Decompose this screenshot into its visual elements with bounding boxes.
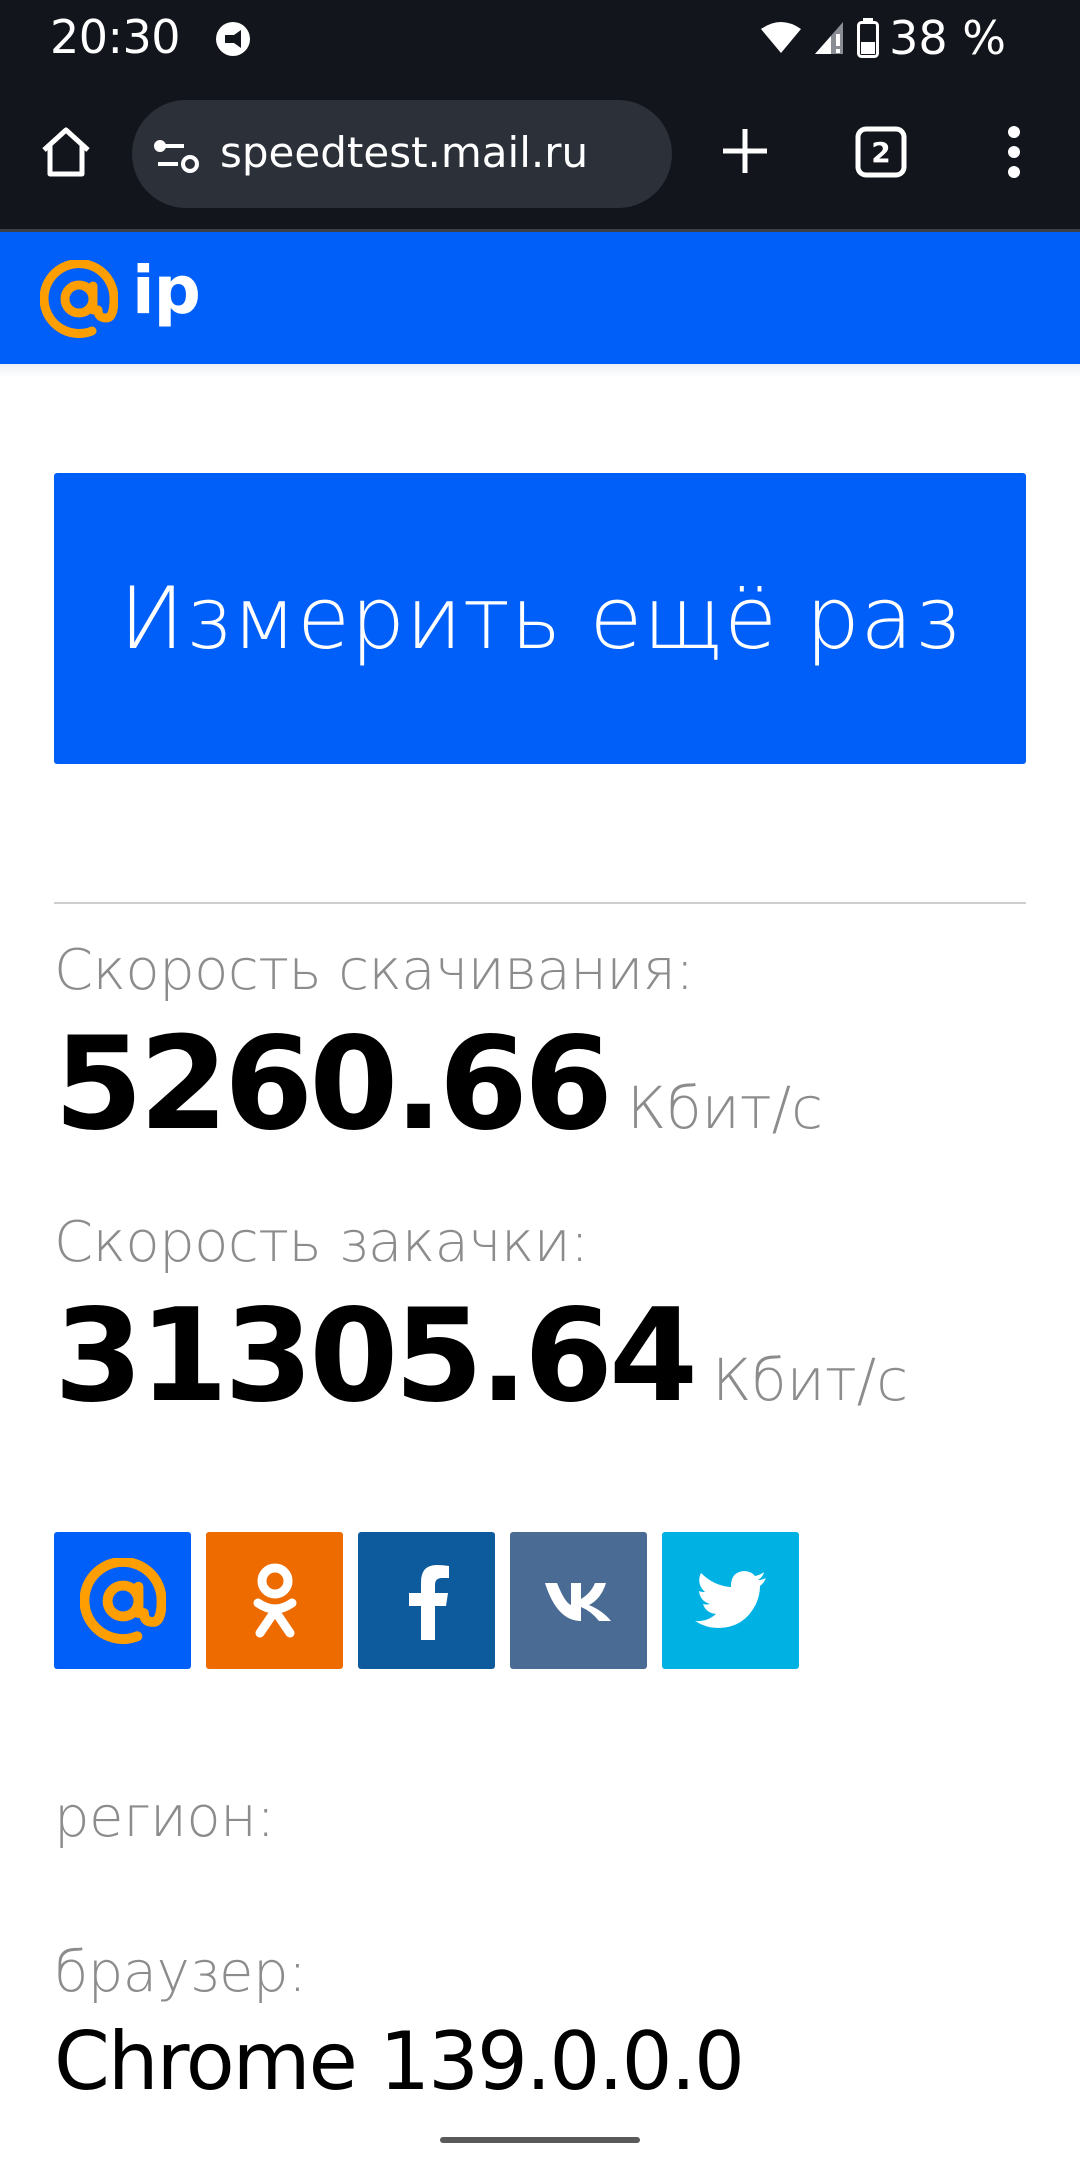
status-time: 20:30	[50, 10, 181, 64]
share-mail-ru-button[interactable]	[54, 1532, 191, 1669]
gesture-navigation-bar[interactable]	[440, 2137, 640, 2143]
notification-icon	[216, 22, 250, 56]
site-settings-icon[interactable]	[154, 136, 202, 176]
browser-toolbar: speedtest.mail.ru 2	[0, 76, 1080, 232]
mail-ru-icon	[79, 1557, 166, 1644]
tab-count: 2	[871, 135, 891, 169]
cellular-signal-icon	[815, 22, 844, 54]
logo-text[interactable]: ip	[132, 252, 201, 329]
region-label: регион:	[54, 1785, 275, 1850]
divider	[54, 902, 1026, 904]
download-value: 5260.66	[54, 1010, 613, 1159]
retest-button[interactable]: Измерить ещё раз	[54, 473, 1026, 764]
address-bar[interactable]: speedtest.mail.ru	[132, 100, 672, 208]
share-odnoklassniki-button[interactable]	[206, 1532, 343, 1669]
wifi-icon	[761, 22, 802, 53]
browser-label: браузер:	[54, 1940, 307, 2005]
home-icon[interactable]	[36, 122, 96, 182]
share-vk-button[interactable]	[510, 1532, 647, 1669]
facebook-icon	[408, 1564, 449, 1640]
battery-icon	[857, 18, 880, 58]
share-twitter-button[interactable]	[662, 1532, 799, 1669]
download-label: Скорость скачивания:	[54, 938, 694, 1003]
status-icons: 38 %	[761, 10, 1006, 66]
download-value-row: 5260.66 Кбит/с	[54, 1010, 823, 1159]
upload-value: 31305.64	[54, 1282, 698, 1431]
plus-icon[interactable]	[720, 126, 770, 176]
vk-icon	[544, 1582, 611, 1621]
share-buttons	[54, 1532, 799, 1669]
browser-value: Chrome 139.0.0.0	[54, 2015, 745, 2108]
battery-percent: 38 %	[889, 11, 1006, 65]
upload-unit: Кбит/с	[712, 1346, 909, 1414]
twitter-icon	[694, 1570, 766, 1628]
tab-switcher-button[interactable]: 2	[855, 126, 907, 178]
download-unit: Кбит/с	[627, 1074, 824, 1142]
status-bar: 20:30 38 %	[0, 0, 1080, 76]
mail-ru-at-logo[interactable]	[40, 260, 118, 338]
url-text[interactable]: speedtest.mail.ru	[220, 128, 588, 177]
share-facebook-button[interactable]	[358, 1532, 495, 1669]
odnoklassniki-icon	[253, 1563, 296, 1637]
upload-label: Скорость закачки:	[54, 1210, 589, 1275]
header-shadow	[0, 364, 1080, 378]
site-header: ip	[0, 232, 1080, 364]
upload-value-row: 31305.64 Кбит/с	[54, 1282, 908, 1431]
more-vert-icon[interactable]	[1004, 124, 1024, 180]
